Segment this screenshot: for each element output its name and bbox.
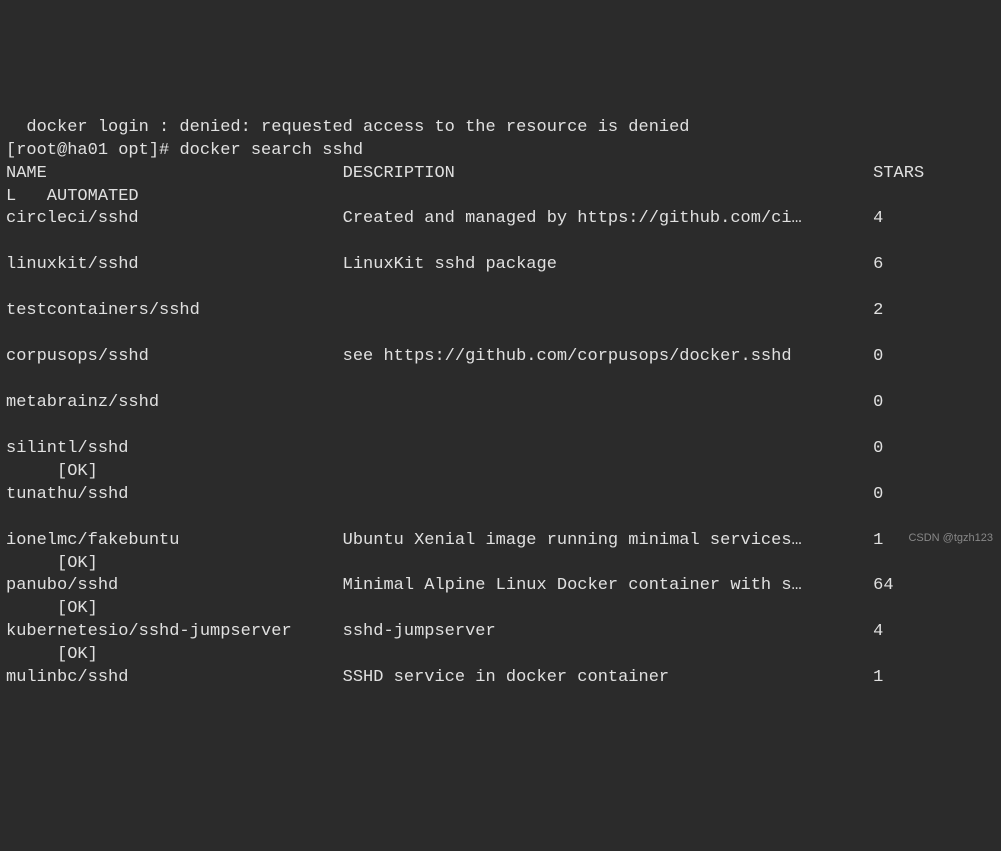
header-line2: L AUTOMATED xyxy=(6,187,139,206)
prompt: [root@ha01 opt]# xyxy=(6,141,179,160)
watermark: CSDN @tgzh123 xyxy=(908,531,993,546)
command[interactable]: docker search sshd xyxy=(179,141,363,160)
error-line: docker login : denied: requested access … xyxy=(6,118,690,137)
results: circleci/sshd Created and managed by htt… xyxy=(6,209,894,687)
terminal-output: docker login : denied: requested access … xyxy=(6,94,995,690)
header-line: NAME DESCRIPTION STARS xyxy=(6,164,924,183)
